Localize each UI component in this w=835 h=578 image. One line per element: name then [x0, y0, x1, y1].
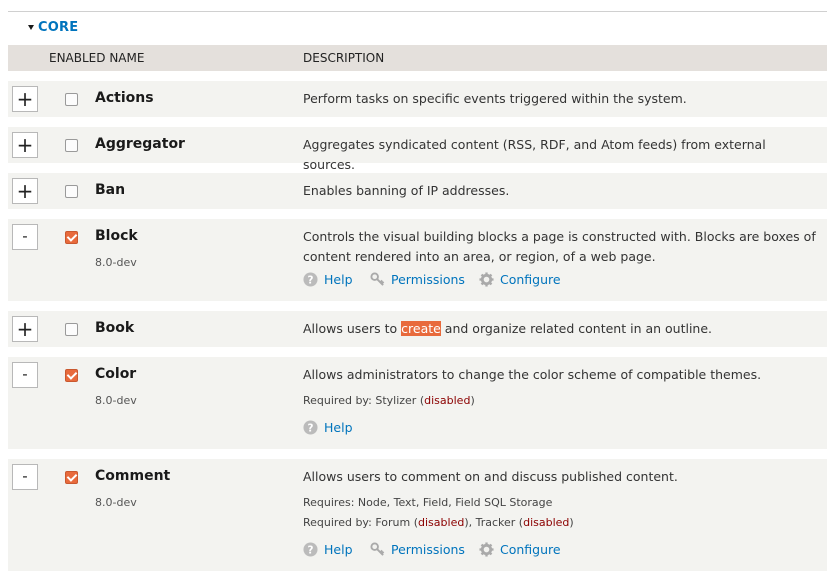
module-description: Allows administrators to change the colo…: [303, 367, 762, 382]
module-version: 8.0-dev: [95, 256, 137, 269]
question-circle-icon: ?: [303, 420, 318, 435]
module-name: Aggregator: [95, 136, 185, 152]
table-row-aggregator: + Aggregator Aggregates syndicated conte…: [8, 127, 827, 172]
key-icon: [370, 272, 385, 286]
required-by-sep: ), Tracker (: [464, 516, 524, 529]
module-description: Allows users to comment on and discuss p…: [303, 469, 678, 484]
module-version: 8.0-dev: [95, 394, 137, 407]
expand-button[interactable]: +: [12, 316, 38, 342]
configure-link[interactable]: Configure: [479, 272, 561, 287]
permissions-link-label: Permissions: [391, 542, 465, 557]
required-by-label: Required by: Stylizer (: [303, 394, 425, 407]
module-description: Perform tasks on specific events trigger…: [303, 91, 687, 106]
configure-link-label: Configure: [500, 542, 561, 557]
help-link-label: Help: [324, 420, 353, 435]
disabled-status: disabled: [523, 516, 570, 529]
enable-checkbox-block[interactable]: [65, 231, 78, 244]
help-link[interactable]: ? Help: [303, 420, 353, 435]
column-header-enabled-name: ENABLED NAME: [49, 51, 145, 65]
required-by-close: ): [569, 516, 574, 529]
module-description: Allows users to create and organize rela…: [303, 319, 818, 339]
module-description: Controls the visual building blocks a pa…: [303, 229, 816, 264]
help-link[interactable]: ? Help: [303, 542, 353, 557]
module-description: Aggregates syndicated content (RSS, RDF,…: [303, 137, 766, 172]
collapse-button[interactable]: -: [12, 224, 38, 250]
highlighted-word: create: [401, 321, 441, 336]
module-name: Block: [95, 228, 138, 244]
help-link-label: Help: [324, 272, 353, 287]
configure-link-label: Configure: [500, 272, 561, 287]
module-name: Ban: [95, 182, 126, 198]
core-section-toggle[interactable]: CORE: [28, 20, 78, 35]
table-row-book: + Book Allows users to create and organi…: [8, 311, 827, 347]
column-header-description: DESCRIPTION: [303, 51, 385, 65]
key-icon: [370, 542, 385, 556]
svg-text:?: ?: [308, 544, 314, 556]
section-title: CORE: [38, 20, 79, 35]
requires: Requires: Node, Text, Field, Field SQL S…: [303, 496, 553, 509]
table-header: ENABLED NAME DESCRIPTION: [8, 45, 827, 71]
module-name: Book: [95, 320, 135, 336]
description-text: and organize related content in an outli…: [440, 321, 713, 336]
expand-button[interactable]: +: [12, 86, 38, 112]
module-description: Enables banning of IP addresses.: [303, 183, 510, 198]
disabled-status: disabled: [418, 516, 465, 529]
table-row-comment: - Comment 8.0-dev Allows users to commen…: [8, 459, 827, 571]
enable-checkbox-ban[interactable]: [65, 185, 78, 198]
disabled-status: disabled: [424, 394, 471, 407]
enable-checkbox-aggregator[interactable]: [65, 139, 78, 152]
module-name: Comment: [95, 468, 171, 484]
required-by: Required by: Stylizer (disabled): [303, 394, 475, 407]
gear-icon: [479, 542, 494, 557]
enable-checkbox-actions[interactable]: [65, 93, 78, 106]
svg-text:?: ?: [308, 422, 314, 434]
module-version: 8.0-dev: [95, 496, 137, 509]
permissions-link[interactable]: Permissions: [370, 542, 465, 557]
module-name: Color: [95, 366, 137, 382]
gear-icon: [479, 272, 494, 287]
collapse-button[interactable]: -: [12, 464, 38, 490]
collapse-button[interactable]: -: [12, 362, 38, 388]
expand-button[interactable]: +: [12, 178, 38, 204]
description-text: Allows users to: [303, 321, 402, 336]
permissions-link-label: Permissions: [391, 272, 465, 287]
expand-button[interactable]: +: [12, 132, 38, 158]
enable-checkbox-color[interactable]: [65, 369, 78, 382]
module-name: Actions: [95, 90, 154, 106]
table-row-actions: + Actions Perform tasks on specific even…: [8, 81, 827, 117]
enable-checkbox-book[interactable]: [65, 323, 78, 336]
table-row-color: - Color 8.0-dev Allows administrators to…: [8, 357, 827, 449]
svg-text:?: ?: [308, 274, 314, 286]
section-divider: [8, 11, 827, 12]
table-row-ban: + Ban Enables banning of IP addresses.: [8, 173, 827, 209]
triangle-down-icon: [28, 25, 34, 30]
enable-checkbox-comment[interactable]: [65, 471, 78, 484]
required-by: Required by: Forum (disabled), Tracker (…: [303, 516, 574, 529]
configure-link[interactable]: Configure: [479, 542, 561, 557]
required-by-close: ): [470, 394, 475, 407]
question-circle-icon: ?: [303, 272, 318, 287]
help-link[interactable]: ? Help: [303, 272, 353, 287]
required-by-label: Required by: Forum (: [303, 516, 419, 529]
help-link-label: Help: [324, 542, 353, 557]
table-row-block: - Block 8.0-dev Controls the visual buil…: [8, 219, 827, 301]
permissions-link[interactable]: Permissions: [370, 272, 465, 287]
question-circle-icon: ?: [303, 542, 318, 557]
